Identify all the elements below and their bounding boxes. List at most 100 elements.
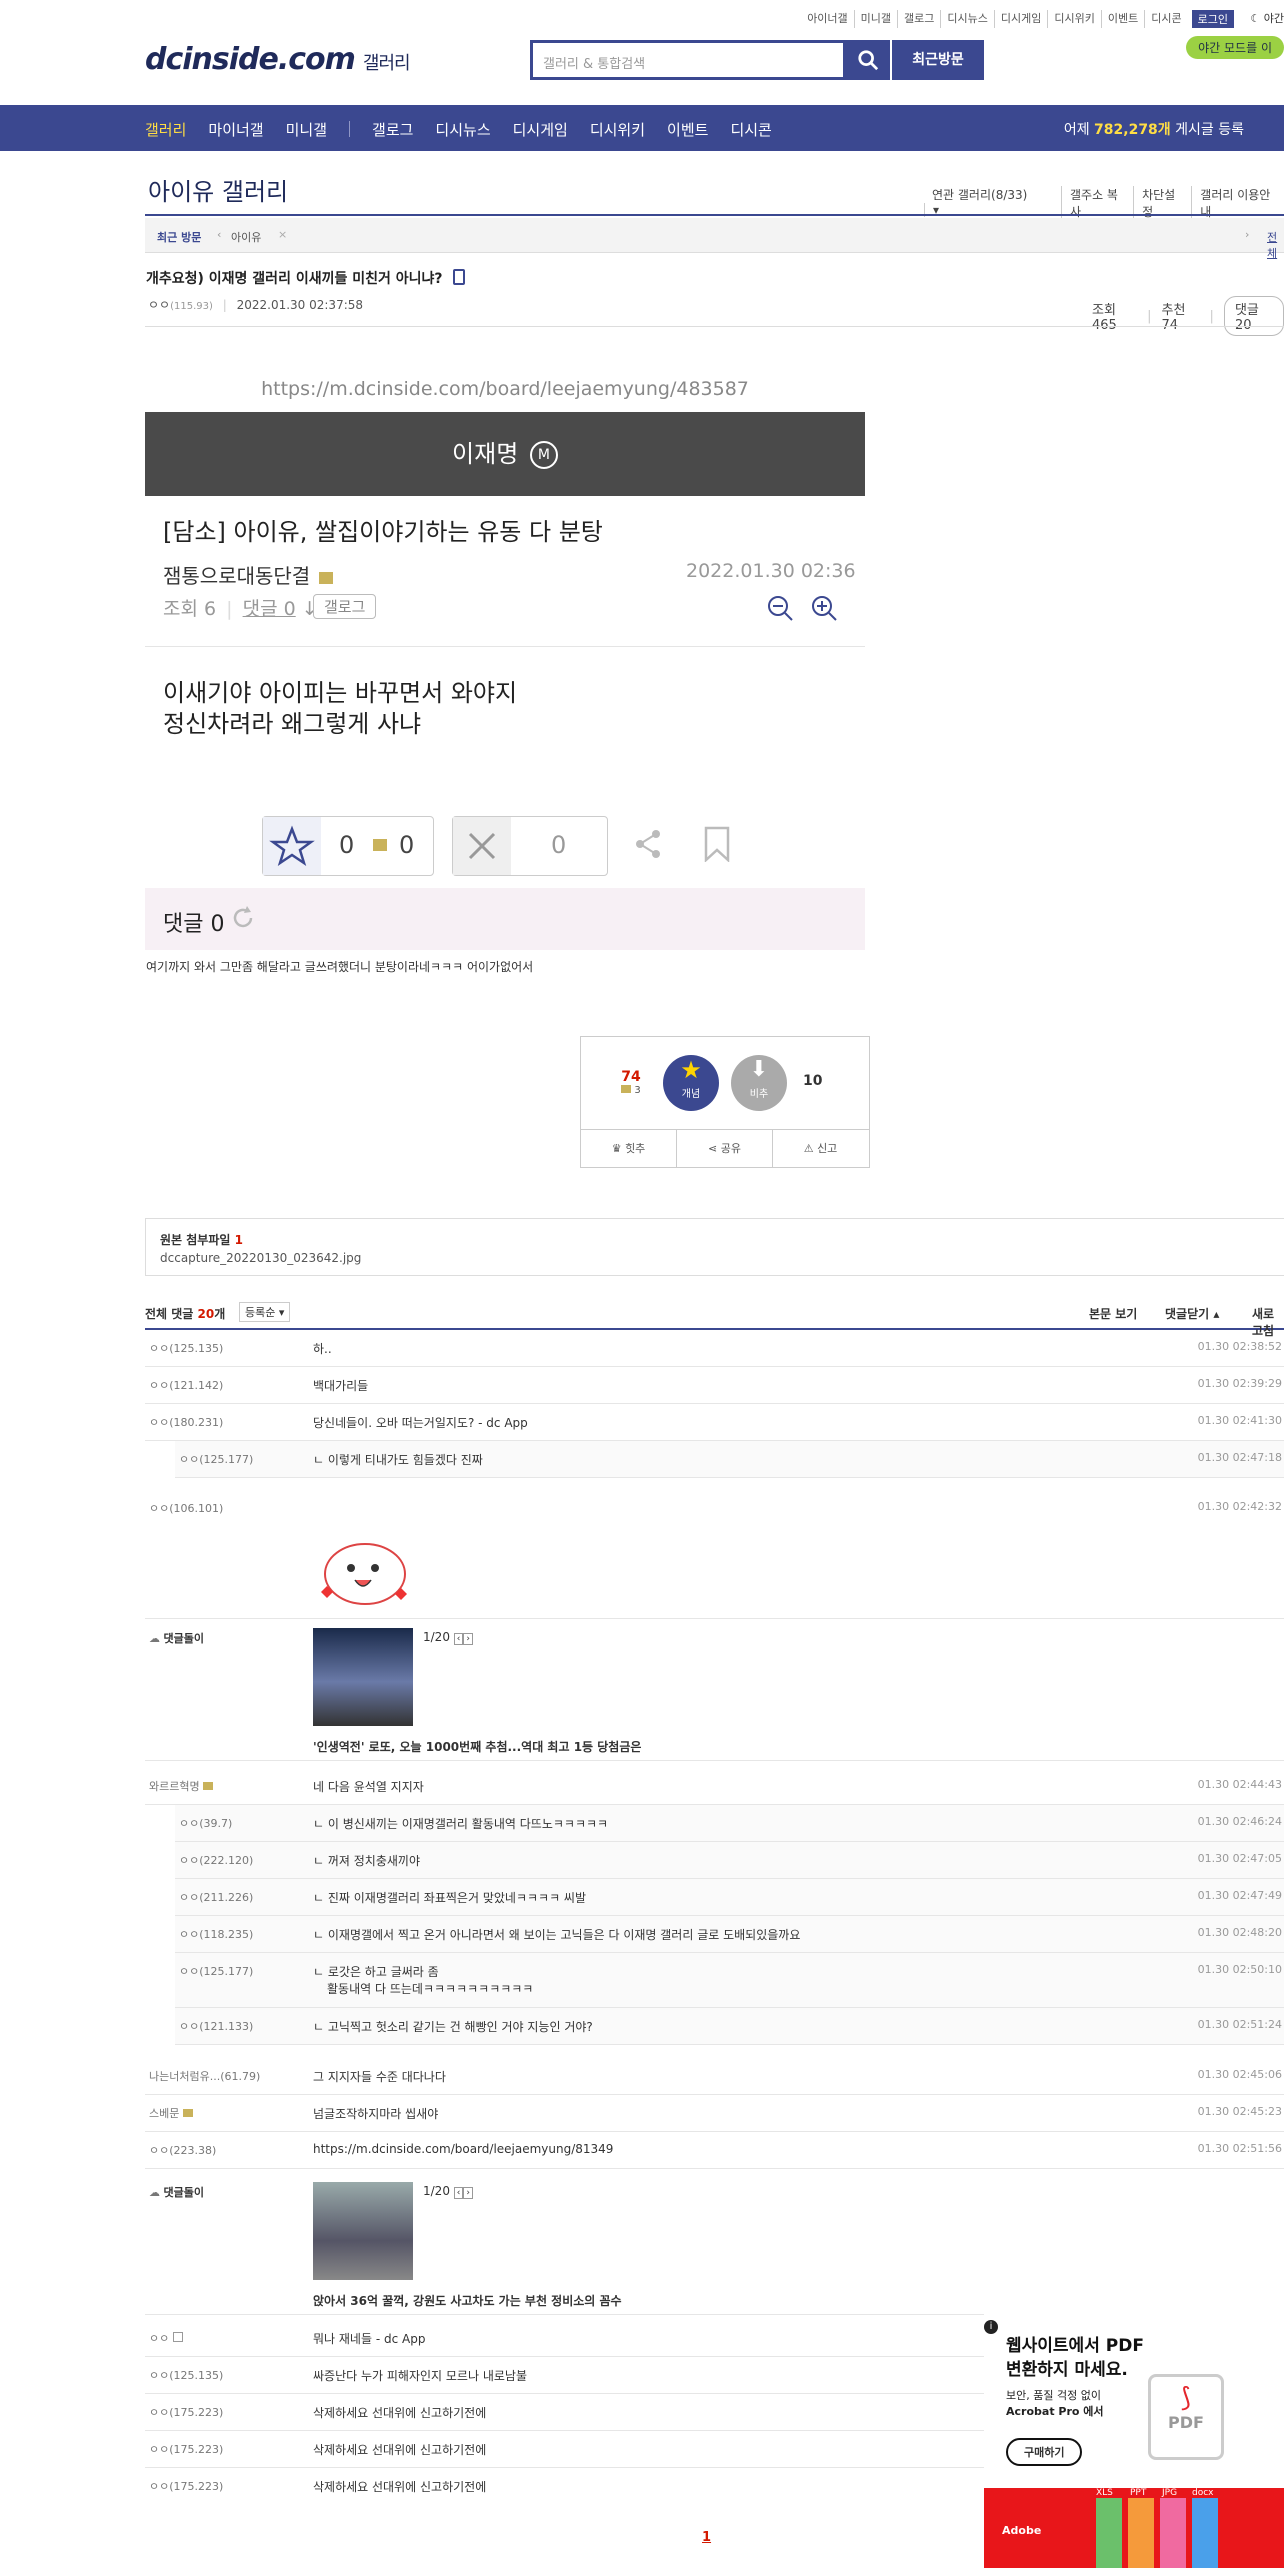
news-thumbnail-image[interactable] [313,2182,413,2280]
nav-item[interactable]: 갤로그 [372,119,413,140]
comment-text: ㄴ 고닉찍고 헛소리 같기는 건 해빵인 거야 지능인 거야? [313,2020,593,2034]
comment-nick[interactable]: 스베문 [149,2105,193,2121]
search-button[interactable] [846,40,890,80]
chevron-left-icon[interactable]: ‹ [217,228,221,241]
next-icon[interactable]: › [463,1633,473,1645]
refresh-icon [233,906,253,928]
comment-nick[interactable]: 와르르혁명 [149,1778,214,1794]
comment-row: 스베문 넘글조작하지마라 씹새야 01.30 02:45:23 [145,2095,1284,2132]
post-comments-button[interactable]: 댓글 20 [1223,296,1284,336]
arrow-down-icon: ⬇ [749,1057,769,1082]
recent-all-link[interactable]: 전체 [1267,229,1284,261]
embedded-gallog-button: 갤로그 [313,594,377,619]
comment-reply-row: ㅇㅇ(222.120) ㄴ 꺼져 정치충새끼야 01.30 02:47:05 [175,1842,1284,1879]
comment-nick[interactable]: ㅇㅇ(125.135) [149,2367,223,2383]
not-recommend-label: 비추 [749,1089,769,1100]
close-icon[interactable]: × [278,228,287,241]
comment-nick[interactable]: ㅇㅇ(39.7) [179,1815,232,1831]
comment-text: ㄴ 로갓은 하고 글써라 좀 활동내역 다 뜨는데ㅋㅋㅋㅋㅋㅋㅋㅋㅋㅋ [313,1965,534,1996]
gallery-title[interactable]: 아이유 갤러리 [148,172,288,207]
report-button[interactable]: ⚠ 신고 [773,1130,868,1168]
comment-link[interactable]: https://m.dcinside.com/board/leejaemyung… [313,2142,613,2156]
login-button[interactable]: 로그인 [1191,10,1234,28]
next-icon[interactable]: › [463,2187,473,2199]
prev-icon[interactable]: ‹ [453,2187,464,2199]
post-stats: 조회 465 | 추천 74 | 댓글 20 [1092,296,1284,336]
comment-nick[interactable]: ㅇㅇ(175.223) [149,2441,223,2457]
comment-nick[interactable]: ㅇㅇ [149,2330,183,2346]
fixed-nick-icon [318,572,333,584]
comment-text: 당신네들이. 오바 떠는거일지도? - dc App [313,1416,528,1430]
comment-nick[interactable]: ㅇㅇ(106.101) [149,1500,223,1516]
site-logo[interactable]: dcinside.com 갤러리 [145,42,411,77]
nav-item[interactable]: 디시뉴스 [435,119,490,140]
comment-nick[interactable]: ㅇㅇ(121.133) [179,2018,253,2034]
nav-item[interactable]: 디시게임 [513,119,568,140]
comment-nick[interactable]: ㅇㅇ(175.223) [149,2404,223,2420]
comment-text: 넘글조작하지마라 씹새야 [313,2107,439,2121]
topnav-item[interactable]: 갤로그 [897,10,940,28]
news-headline-link[interactable]: '인생역전' 로또, 오늘 1000번째 추첨...역대 최고 1등 당첨금은 [313,1738,641,1755]
topnav-item[interactable]: 디시뉴스 [940,10,993,28]
view-body-button[interactable]: 본문 보기 [1089,1305,1137,1322]
chevron-right-icon[interactable]: › [1245,228,1249,241]
adobe-ad-banner[interactable]: i 웹사이트에서 PDF 변환하지 마세요. 보안, 품질 걱정 없이 Acroba… [984,2312,1284,2568]
hit-recommend-button[interactable]: ♛ 힛추 [581,1130,677,1168]
comment-bot-row: ☁ 댓글돌이 1/20 ‹ › 앉아서 36억 꿀꺽, 강원도 사고차도 가는 부… [145,2174,1284,2315]
night-toggle[interactable]: ☾ 야간 [1250,10,1284,26]
comment-time: 01.30 02:46:24 [1197,1815,1282,1828]
stat-prefix: 어제 [1063,122,1090,138]
comment-nick[interactable]: ㅇㅇ(125.177) [179,1451,253,1467]
news-pagination: 1/20 ‹ › [423,2184,473,2199]
recent-item[interactable]: 아이유 [231,229,261,245]
comment-nick[interactable]: ㅇㅇ(121.142) [149,1377,223,1393]
comment-nick[interactable]: 나는너처럼유...(61.79) [149,2068,260,2084]
topnav-item[interactable]: 아이너갤 [801,10,853,28]
comment-nick[interactable]: ㅇㅇ(118.235) [179,1926,253,1942]
comment-row: 와르르혁명 네 다음 윤석열 지지자 01.30 02:44:43 [145,1768,1284,1805]
share-button[interactable]: ⋖ 공유 [677,1130,773,1168]
topnav-item[interactable]: 이벤트 [1100,10,1144,28]
nav-item[interactable]: 디시콘 [730,119,771,140]
comment-nick[interactable]: ㅇㅇ(211.226) [179,1889,253,1905]
nav-item[interactable]: 미니갤 [286,119,327,140]
recommend-button[interactable]: ★ 개념 [663,1055,719,1111]
recommend-button-label: 개념 [681,1089,701,1100]
comment-sort-select[interactable]: 등록순 ▾ [239,1302,291,1322]
nav-item[interactable]: 디시위키 [590,119,645,140]
news-thumbnail-image[interactable] [313,1628,413,1726]
comment-text: ㄴ 이 병신새끼는 이재명갤러리 활동내역 다뜨노ㅋㅋㅋㅋㅋ [313,1817,609,1831]
info-icon[interactable]: i [984,2320,998,2334]
nav-item[interactable]: 마이너갤 [208,119,263,140]
comment-text: 뭐나 재네들 - dc App [313,2332,426,2346]
close-comments-button[interactable]: 댓글닫기 ▴ [1165,1305,1219,1322]
comment-nick[interactable]: ㅇㅇ(223.38) [149,2142,216,2158]
comment-bot-nick[interactable]: ☁ 댓글돌이 [149,2184,204,2200]
comment-nick[interactable]: ㅇㅇ(125.177) [179,1963,253,1979]
topnav-item[interactable]: 디시위키 [1047,10,1100,28]
recent-visit-button[interactable]: 최근방문 [892,40,984,80]
main-nav-menu: 갤러리 마이너갤 미니갤 갤로그 디시뉴스 디시게임 디시위키 이벤트 디시콘 [145,119,772,140]
top-utility-nav: 아이너갤 미니갤 갤로그 디시뉴스 디시게임 디시위키 이벤트 디시콘 로그인 [801,10,1234,28]
prev-icon[interactable]: ‹ [453,1633,464,1645]
comment-nick[interactable]: ㅇㅇ(175.223) [149,2478,223,2494]
topnav-item[interactable]: 디시게임 [993,10,1047,28]
comment-nick[interactable]: ㅇㅇ(180.231) [149,1414,223,1430]
comment-time: 01.30 02:48:20 [1197,1926,1282,1939]
comment-nick[interactable]: ㅇㅇ(125.135) [149,1340,223,1356]
ad-cta-button[interactable]: 구매하기 [1006,2438,1083,2466]
search-input[interactable]: 갤러리 & 통합검색 [530,40,846,80]
comment-page-1[interactable]: 1 [702,2530,711,2545]
post-author[interactable]: ㅇㅇ [148,298,170,312]
comment-nick[interactable]: ㅇㅇ(222.120) [179,1852,253,1868]
nav-item-gallery[interactable]: 갤러리 [145,119,186,140]
comment-bot-nick[interactable]: ☁ 댓글돌이 [149,1630,204,1646]
comment-time: 01.30 02:50:10 [1197,1963,1282,1976]
topnav-item[interactable]: 디시콘 [1144,10,1187,28]
nav-item[interactable]: 이벤트 [667,119,708,140]
bot-icon: ☁ [149,1632,160,1645]
not-recommend-button[interactable]: ⬇ 비추 [731,1055,787,1111]
topnav-item[interactable]: 미니갤 [853,10,897,28]
news-headline-link[interactable]: 앉아서 36억 꿀꺽, 강원도 사고차도 가는 부천 정비소의 꼼수 [313,2292,622,2309]
attachment-file-link[interactable]: dccapture_20220130_023642.jpg [160,1251,361,1265]
